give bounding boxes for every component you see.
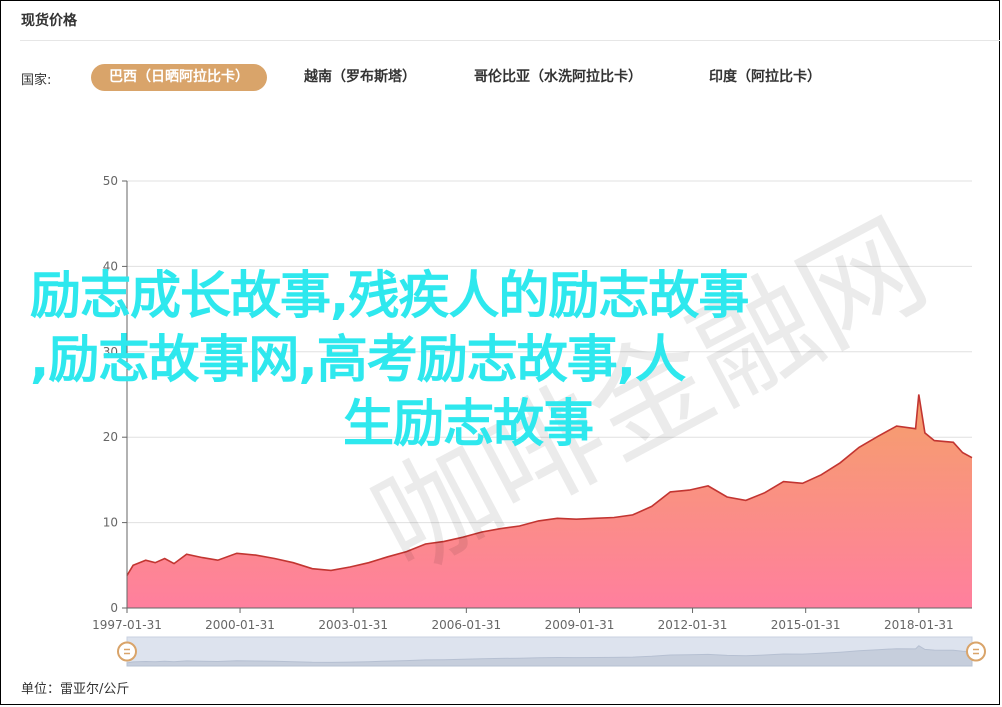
overlay-text-line-3: 生励志故事 [343,395,594,454]
data-zoom-slider [117,636,986,667]
y-tick-label: 50 [103,174,118,188]
x-tick-label: 2009-01-31 [545,618,615,632]
y-tick-label: 0 [110,601,118,615]
handle-knob [117,641,137,662]
overlay-text-line-2: ,励志故事网,高考励志故事,人 [30,331,686,390]
x-tick-label: 2006-01-31 [431,618,501,632]
slider-start-handle[interactable] [117,641,137,662]
x-tick-label: 2018-01-31 [884,618,954,632]
x-tick-label: 2015-01-31 [771,618,841,632]
overlay-text-line-1: 励志成长故事,残疾人的励志故事 [30,267,749,326]
y-tick-label: 20 [103,430,118,444]
slider-end-handle[interactable] [966,641,986,662]
x-tick-label: 2003-01-31 [318,618,388,632]
x-tick-label: 2000-01-31 [205,618,275,632]
handle-knob [966,641,986,662]
x-tick-label: 1997-01-31 [92,618,162,632]
unit-label: 单位：雷亚尔/公斤 [21,682,130,697]
x-tick-label: 2012-01-31 [658,618,728,632]
y-tick-label: 10 [103,516,118,530]
